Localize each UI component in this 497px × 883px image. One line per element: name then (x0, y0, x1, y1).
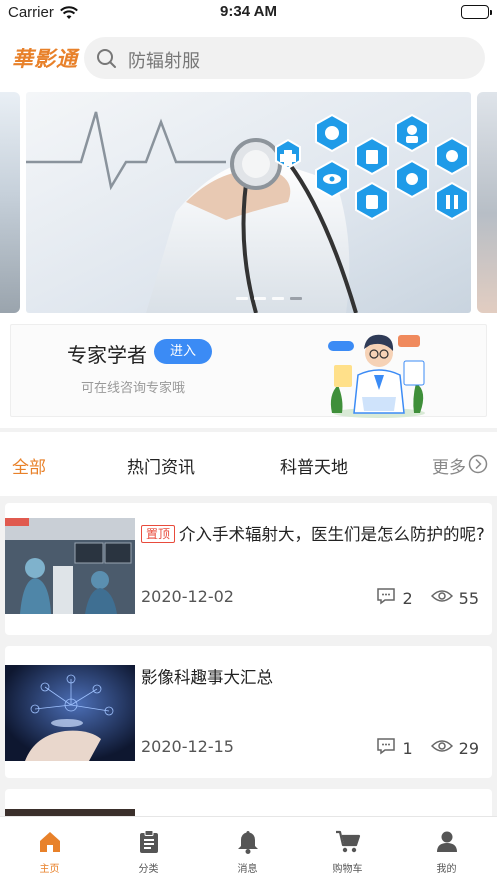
banner-page-dots[interactable] (236, 297, 302, 300)
banner-image[interactable] (26, 92, 471, 313)
search-placeholder: 防辐射服 (128, 51, 200, 72)
list-item[interactable]: 置顶 介入手术辐射大，医生们是怎么防护的呢? 2020-12-02 2 55 (5, 503, 492, 635)
list-item[interactable]: 影像科趣事大汇总 2020-12-15 1 29 (5, 646, 492, 778)
eye-icon (430, 588, 453, 608)
tabbar-home[interactable]: 主页 (0, 817, 99, 883)
tab-hot-news[interactable]: 热门资讯 (127, 453, 195, 478)
bell-icon (235, 829, 261, 855)
comment-count: 2 (402, 588, 413, 608)
expert-card[interactable]: 专家学者 进入 可在线咨询专家哦 (10, 324, 487, 418)
news-date: 2020-12-15 (141, 737, 234, 756)
banner-dot-active[interactable] (290, 297, 302, 300)
tab-science[interactable]: 科普天地 (280, 453, 348, 478)
category-tabs: 全部 热门资讯 科普天地 更多 (0, 432, 497, 496)
search-bar[interactable]: 防辐射服 (84, 37, 485, 79)
tabbar-label: 购物车 (332, 864, 363, 875)
news-date: 2020-12-02 (141, 587, 234, 606)
comment-icon (376, 737, 396, 759)
comment-icon (376, 587, 396, 609)
news-thumbnail (5, 518, 135, 614)
person-icon (434, 829, 460, 855)
doctor-illustration (324, 325, 434, 422)
clock: 9:34 AM (220, 3, 277, 20)
enter-button[interactable]: 进入 (154, 339, 212, 364)
app-logo: 華影通 (12, 46, 78, 71)
banner-dot[interactable] (254, 297, 266, 300)
chevron-right-icon[interactable] (468, 454, 488, 478)
bottom-tab-bar: 主页 分类 消息 购物车 我的 (0, 816, 497, 883)
tabbar-label: 主页 (39, 864, 60, 875)
search-icon (96, 48, 118, 74)
header: 華影通 防辐射服 (0, 26, 497, 92)
tabbar-cart[interactable]: 购物车 (298, 817, 397, 883)
eye-icon (430, 738, 453, 758)
news-title-text: 介入手术辐射大，医生们是怎么防护的呢? (179, 525, 485, 544)
pinned-badge: 置顶 (141, 525, 176, 543)
news-title-text: 影像科趣事大汇总 (141, 668, 273, 687)
banner-dot[interactable] (236, 297, 248, 300)
banner-next-peek[interactable] (477, 92, 497, 313)
news-title[interactable]: 置顶 介入手术辐射大，医生们是怎么防护的呢? (141, 521, 485, 548)
expert-title: 专家学者 (67, 343, 147, 367)
clipboard-icon (136, 829, 162, 855)
battery-icon (461, 5, 492, 19)
banner-prev-peek[interactable] (0, 92, 20, 313)
view-count: 29 (458, 738, 479, 758)
view-count: 55 (458, 588, 479, 608)
news-thumbnail (5, 665, 135, 761)
news-title[interactable]: 影像科趣事大汇总 (141, 664, 485, 691)
news-stats: 2 55 (376, 587, 479, 609)
comment-count: 1 (402, 738, 413, 758)
tabbar-label: 我的 (436, 864, 457, 875)
home-icon (37, 829, 63, 855)
status-bar: Carrier 9:34 AM (0, 0, 497, 26)
news-stats: 1 29 (376, 737, 479, 759)
tabbar-label: 消息 (237, 864, 258, 875)
tabbar-category[interactable]: 分类 (99, 817, 198, 883)
banner-dot[interactable] (272, 297, 284, 300)
cart-icon (335, 829, 361, 855)
expert-subtitle: 可在线咨询专家哦 (81, 381, 186, 396)
tab-more[interactable]: 更多 (432, 453, 466, 478)
expert-section: 专家学者 进入 可在线咨询专家哦 (0, 313, 497, 428)
tabbar-profile[interactable]: 我的 (397, 817, 496, 883)
banner-carousel[interactable] (0, 92, 497, 313)
tabbar-messages[interactable]: 消息 (198, 817, 297, 883)
tabbar-label: 分类 (138, 864, 159, 875)
tab-all[interactable]: 全部 (12, 453, 46, 478)
